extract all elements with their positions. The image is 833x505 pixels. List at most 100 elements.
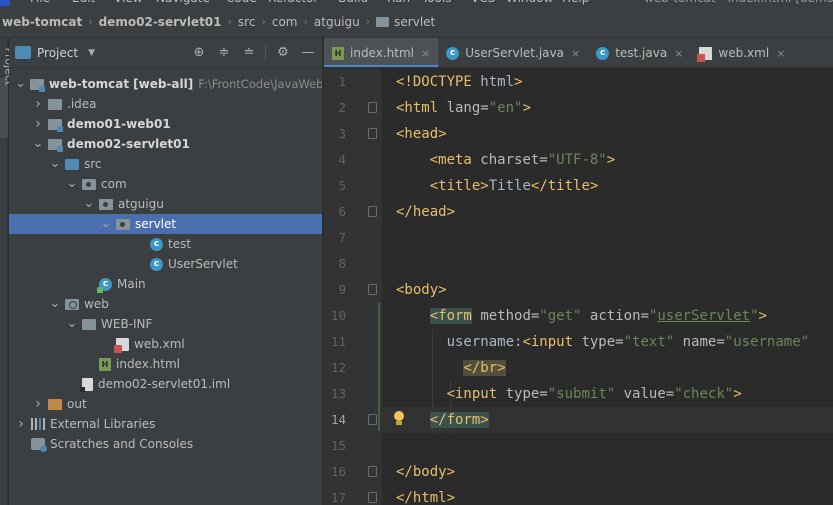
chevron-right-icon[interactable]: › bbox=[32, 96, 44, 112]
tree-item[interactable]: ›web.xml bbox=[9, 334, 322, 354]
code-line[interactable]: </form> bbox=[396, 407, 489, 433]
editor-tab[interactable]: c test.java × bbox=[588, 38, 691, 67]
code-line[interactable]: <title>Title</title> bbox=[396, 173, 599, 199]
close-icon[interactable]: × bbox=[776, 47, 785, 60]
code-line[interactable]: </body> bbox=[396, 459, 455, 485]
code-line[interactable]: username:<input type="text" name="userna… bbox=[396, 329, 810, 355]
chevron-down-icon[interactable]: ⌄ bbox=[66, 317, 78, 330]
code-line[interactable]: <input type="submit" value="check"> bbox=[396, 381, 742, 407]
code-line[interactable]: <head> bbox=[396, 121, 447, 147]
tree-item[interactable]: ›cMain bbox=[9, 274, 322, 294]
breadcrumb-item[interactable]: demo02-servlet01 bbox=[99, 15, 222, 29]
tree-item[interactable]: ⌄ WEB-INF bbox=[9, 314, 322, 334]
line-number: 13 bbox=[330, 386, 346, 401]
window-title: web-tomcat - index.html [demo02-servlet0… bbox=[644, 0, 833, 5]
tree-item[interactable]: ⌄ web bbox=[9, 294, 322, 314]
code-line[interactable]: <meta charset="UTF-8"> bbox=[396, 147, 615, 173]
close-icon[interactable]: × bbox=[421, 47, 430, 60]
breadcrumb-item[interactable]: atguigu bbox=[314, 15, 360, 29]
tree-item[interactable]: ⌄ atguigu bbox=[9, 194, 322, 214]
chevron-down-icon[interactable]: ⌄ bbox=[49, 157, 61, 170]
hide-icon[interactable]: — bbox=[300, 45, 316, 61]
tree-item[interactable]: › External Libraries bbox=[9, 414, 322, 434]
menu-item-tools[interactable]: Tools bbox=[422, 0, 452, 5]
breadcrumb-item[interactable]: com bbox=[272, 15, 298, 29]
menu-item-file[interactable]: File bbox=[30, 0, 50, 5]
breadcrumb-item[interactable]: web-tomcat bbox=[2, 15, 82, 29]
fold-marker-icon[interactable] bbox=[368, 466, 377, 477]
code-line[interactable]: </html> bbox=[396, 485, 455, 505]
tree-item[interactable]: › .idea bbox=[9, 94, 322, 114]
expand-all-icon[interactable]: ≑ bbox=[216, 45, 232, 61]
code-line[interactable]: <html lang="en"> bbox=[396, 95, 531, 121]
menu-item-navigate[interactable]: Navigate bbox=[156, 0, 210, 5]
fold-marker-icon[interactable] bbox=[368, 206, 377, 217]
code-line[interactable]: <body> bbox=[396, 277, 447, 303]
tree-item[interactable]: ›cUserServlet bbox=[9, 254, 322, 274]
code-token: </body> bbox=[396, 464, 456, 480]
tree-item[interactable]: ›Scratches and Consoles bbox=[9, 434, 322, 454]
tree-item-label: com bbox=[101, 177, 127, 191]
close-icon[interactable]: × bbox=[571, 47, 580, 60]
code-line[interactable]: </br> bbox=[396, 355, 506, 381]
menu-item-refactor[interactable]: Refactor bbox=[268, 0, 318, 5]
menu-item-view[interactable]: View bbox=[114, 0, 142, 5]
gear-icon[interactable]: ⚙ bbox=[275, 45, 291, 61]
code-line[interactable]: <form method="get" action="userServlet"> bbox=[396, 303, 767, 329]
chevron-down-icon[interactable]: ⌄ bbox=[32, 137, 44, 150]
chevron-down-icon[interactable]: ⌄ bbox=[49, 297, 61, 310]
fold-marker-icon[interactable] bbox=[368, 102, 377, 113]
chevron-down-icon[interactable]: ▼ bbox=[88, 48, 95, 58]
fold-marker-icon[interactable] bbox=[368, 414, 377, 425]
editor-tab[interactable]: c UserServlet.java × bbox=[438, 38, 588, 67]
tree-item-label: web bbox=[84, 297, 109, 311]
fold-marker-icon[interactable] bbox=[368, 284, 377, 295]
tree-item[interactable]: ⌄ web-tomcat [web-all] F:\FrontCode\JavaWeb… bbox=[9, 74, 322, 94]
breadcrumb-item[interactable]: servlet bbox=[394, 15, 435, 29]
chevron-right-icon[interactable]: › bbox=[15, 416, 27, 432]
editor-tab[interactable]: web.xml × bbox=[691, 38, 793, 67]
menu-item-code[interactable]: Code bbox=[226, 0, 257, 5]
chevron-down-icon[interactable]: ⌄ bbox=[83, 197, 95, 210]
menu-item-run[interactable]: Run bbox=[387, 0, 410, 5]
menu-item-vcs[interactable]: VCS bbox=[471, 0, 495, 5]
tree-item[interactable]: ⌄ com bbox=[9, 174, 322, 194]
code-line[interactable]: </head> bbox=[396, 199, 455, 225]
code-editor[interactable]: <!DOCTYPE html> <html lang="en"> <head> <m… bbox=[382, 69, 833, 505]
tree-item[interactable]: ›Hindex.html bbox=[9, 354, 322, 374]
fold-marker-icon[interactable] bbox=[368, 128, 377, 139]
chevron-down-icon[interactable]: ⌄ bbox=[15, 77, 26, 90]
tree-item[interactable]: ⌄ demo02-servlet01 bbox=[9, 134, 322, 154]
close-icon[interactable]: × bbox=[674, 47, 683, 60]
html-file-icon: H bbox=[332, 46, 344, 60]
chevron-down-icon[interactable]: ⌄ bbox=[100, 217, 112, 230]
code-line[interactable]: <!DOCTYPE html> bbox=[396, 69, 522, 95]
collapse-all-icon[interactable]: ≐ bbox=[241, 45, 257, 61]
tree-item[interactable]: ⌄ servlet bbox=[9, 214, 322, 234]
fold-marker-icon[interactable] bbox=[368, 492, 377, 503]
editor-gutter[interactable]: 1 2 3 4 5 6 7 8 9 10 11 12 13 14 15 16 17 bbox=[324, 69, 382, 505]
menu-item-edit[interactable]: Edit bbox=[72, 0, 95, 5]
chevron-right-icon[interactable]: › bbox=[32, 116, 44, 132]
tree-item[interactable]: ›ctest bbox=[9, 234, 322, 254]
chevron-down-icon[interactable]: ⌄ bbox=[66, 177, 78, 190]
menu-item-build[interactable]: Build bbox=[338, 0, 368, 5]
tree-item[interactable]: ›demo02-servlet01.iml bbox=[9, 374, 322, 394]
menu-item-help[interactable]: Help bbox=[562, 0, 589, 5]
code-token: "text" bbox=[623, 334, 675, 350]
line-number: 10 bbox=[330, 308, 346, 323]
project-tool-window-button[interactable] bbox=[0, 78, 8, 138]
tree-item-label: atguigu bbox=[118, 197, 164, 211]
editor-tab[interactable]: Hindex.html × bbox=[324, 38, 439, 67]
tree-item[interactable]: › out bbox=[9, 394, 322, 414]
chevron-right-icon[interactable]: › bbox=[32, 396, 44, 412]
tree-item[interactable]: ⌄ src bbox=[9, 154, 322, 174]
tree-item[interactable]: › demo01-web01 bbox=[9, 114, 322, 134]
menu-item-window[interactable]: Window bbox=[506, 0, 553, 5]
breadcrumb-item[interactable]: src bbox=[238, 15, 256, 29]
breadcrumb-separator: › bbox=[365, 15, 371, 28]
locate-icon[interactable]: ⊕ bbox=[191, 45, 207, 61]
project-panel-title[interactable]: Project bbox=[37, 46, 78, 60]
